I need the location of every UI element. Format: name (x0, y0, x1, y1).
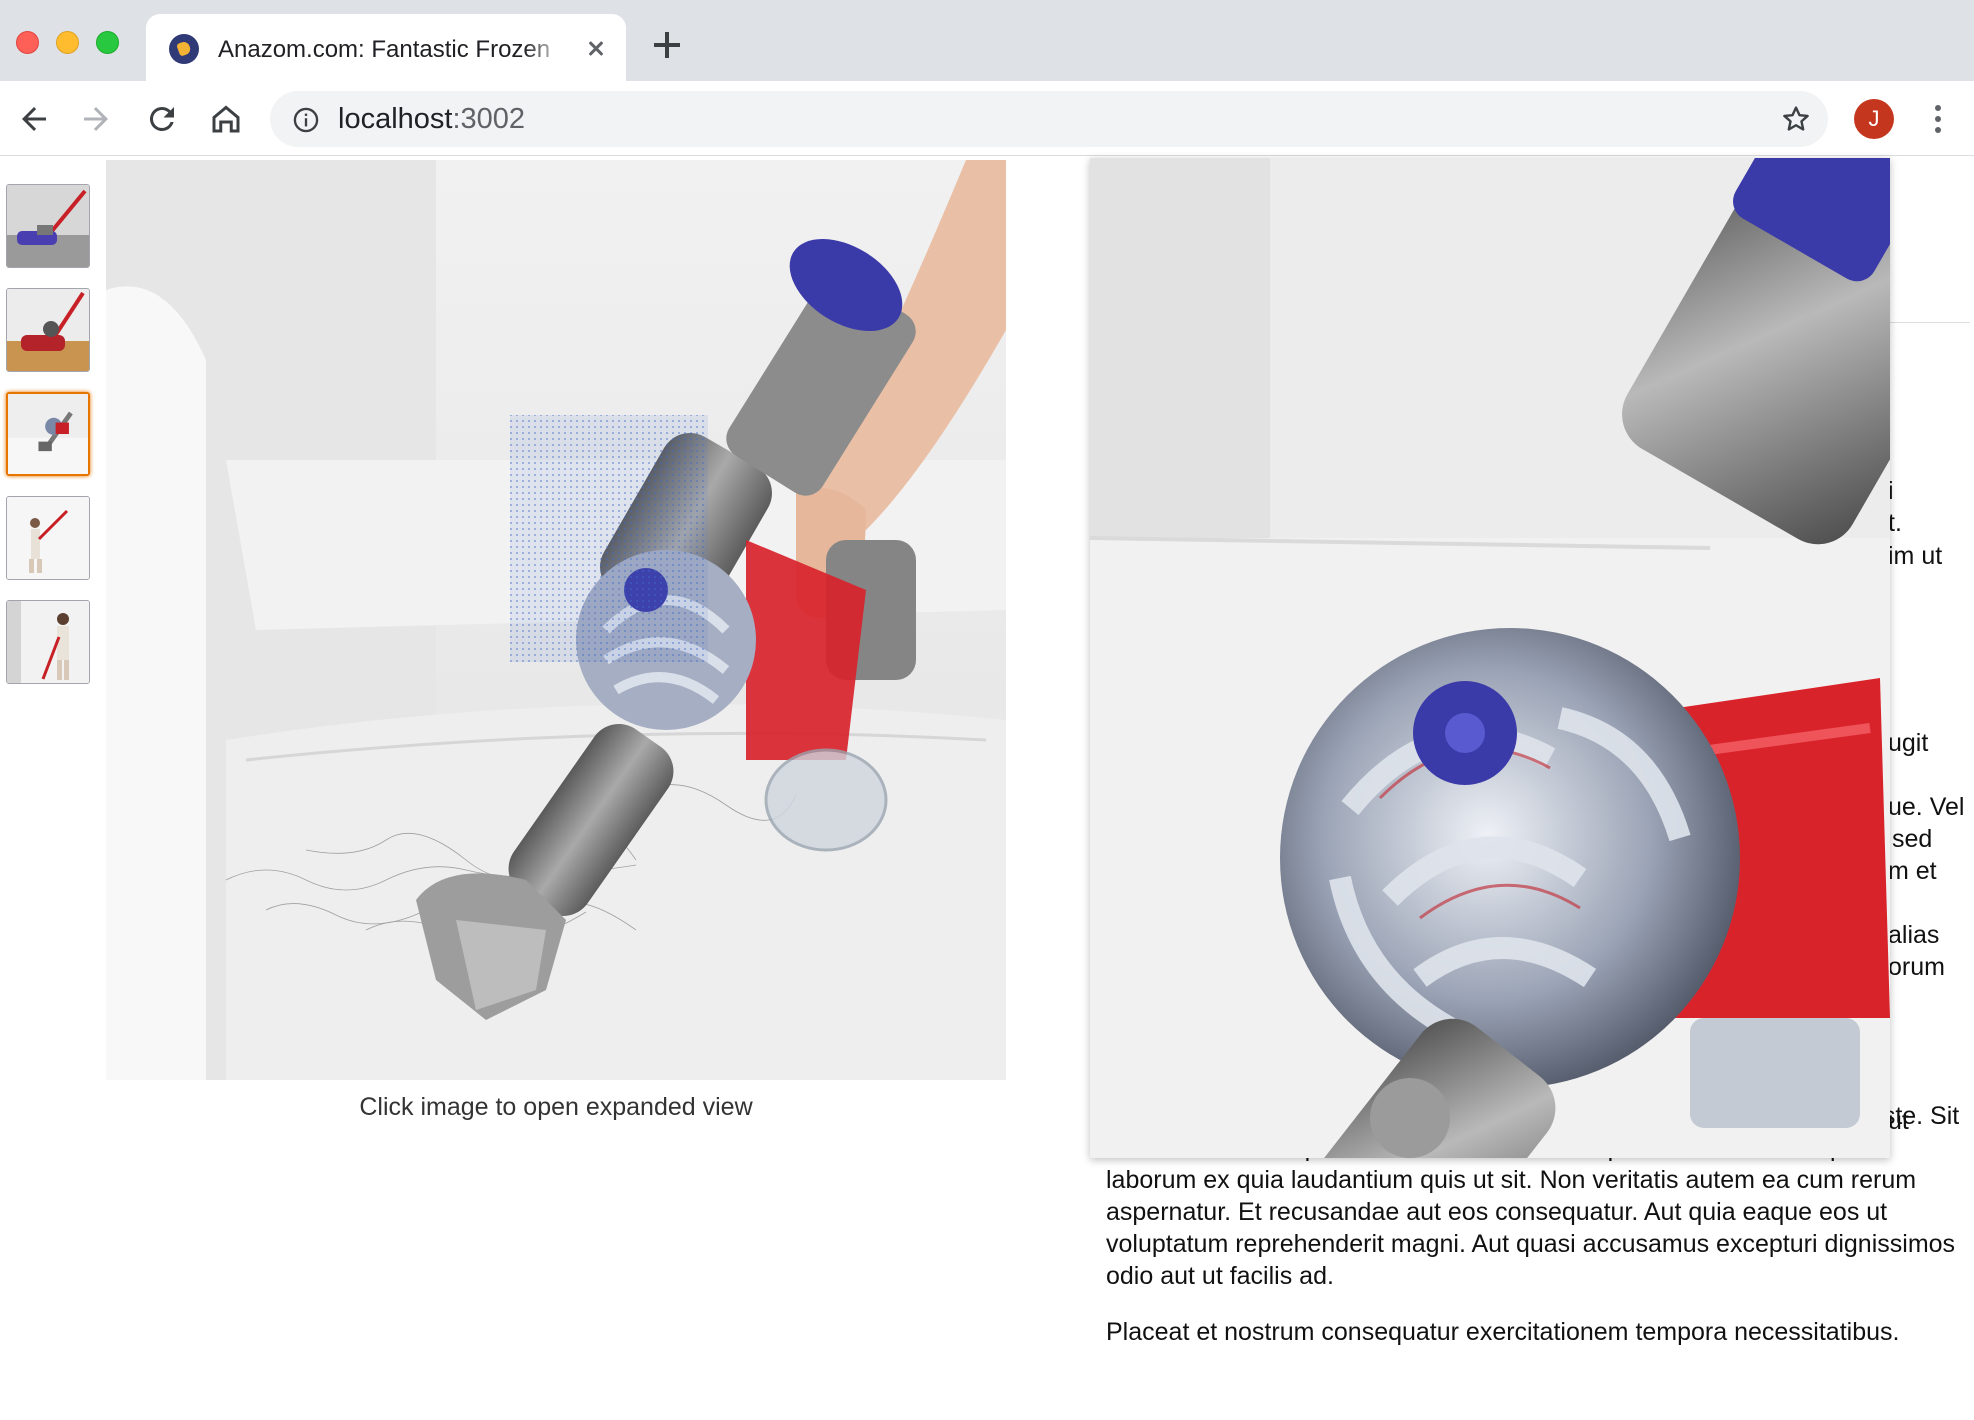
close-icon[interactable] (580, 32, 612, 64)
hidden-text-fragment: sed (1892, 825, 1933, 853)
zoom-preview-pane (1090, 158, 1890, 1158)
url-text: localhost:3002 (338, 102, 525, 136)
thumbnail-1[interactable] (6, 184, 90, 268)
browser-toolbar: localhost:3002 J (0, 81, 1974, 156)
window-maximize-button[interactable] (96, 31, 119, 54)
browser-tab[interactable]: Anazom.com: Fantastic Frozen (146, 14, 626, 81)
profile-avatar[interactable]: J (1854, 99, 1894, 139)
url-port: :3002 (452, 103, 526, 135)
hidden-text-fragment: ugit (1888, 729, 1929, 757)
hidden-text-fragment: orum (1888, 953, 1945, 981)
section-divider (1890, 322, 1970, 323)
reload-icon[interactable] (144, 101, 180, 137)
main-product-image[interactable] (106, 160, 1006, 1080)
hidden-text-fragment: m et (1888, 857, 1937, 885)
address-bar[interactable]: localhost:3002 (270, 91, 1828, 147)
plus-icon[interactable] (652, 30, 682, 60)
thumbnail-3-selected[interactable] (6, 392, 90, 476)
description-paragraph: Placeat et nostrum consequatur exercitat… (1106, 1318, 1900, 1346)
hidden-text-fragment: t. (1888, 509, 1902, 537)
browser-tab-strip: Anazom.com: Fantastic Frozen (0, 0, 1974, 81)
hidden-text-fragment: ue. Vel (1888, 793, 1965, 821)
window-close-button[interactable] (16, 31, 39, 54)
info-icon[interactable] (292, 106, 320, 134)
menu-dots-icon[interactable] (1922, 101, 1954, 137)
thumbnail-2[interactable] (6, 288, 90, 372)
hidden-text-fragment: alias (1888, 921, 1940, 949)
site-favicon-icon (169, 34, 199, 64)
back-arrow-icon[interactable] (16, 101, 52, 137)
tab-title: Anazom.com: Fantastic Frozen (218, 36, 551, 63)
window-minimize-button[interactable] (56, 31, 79, 54)
url-host: localhost (338, 103, 453, 135)
forward-arrow-icon[interactable] (78, 101, 114, 137)
image-caption: Click image to open expanded view (359, 1093, 753, 1121)
home-icon[interactable] (208, 101, 244, 137)
thumbnail-4[interactable] (6, 496, 90, 580)
star-icon[interactable] (1780, 103, 1812, 135)
hidden-text-fragment: im ut (1888, 542, 1943, 570)
thumbnail-5[interactable] (6, 600, 90, 684)
